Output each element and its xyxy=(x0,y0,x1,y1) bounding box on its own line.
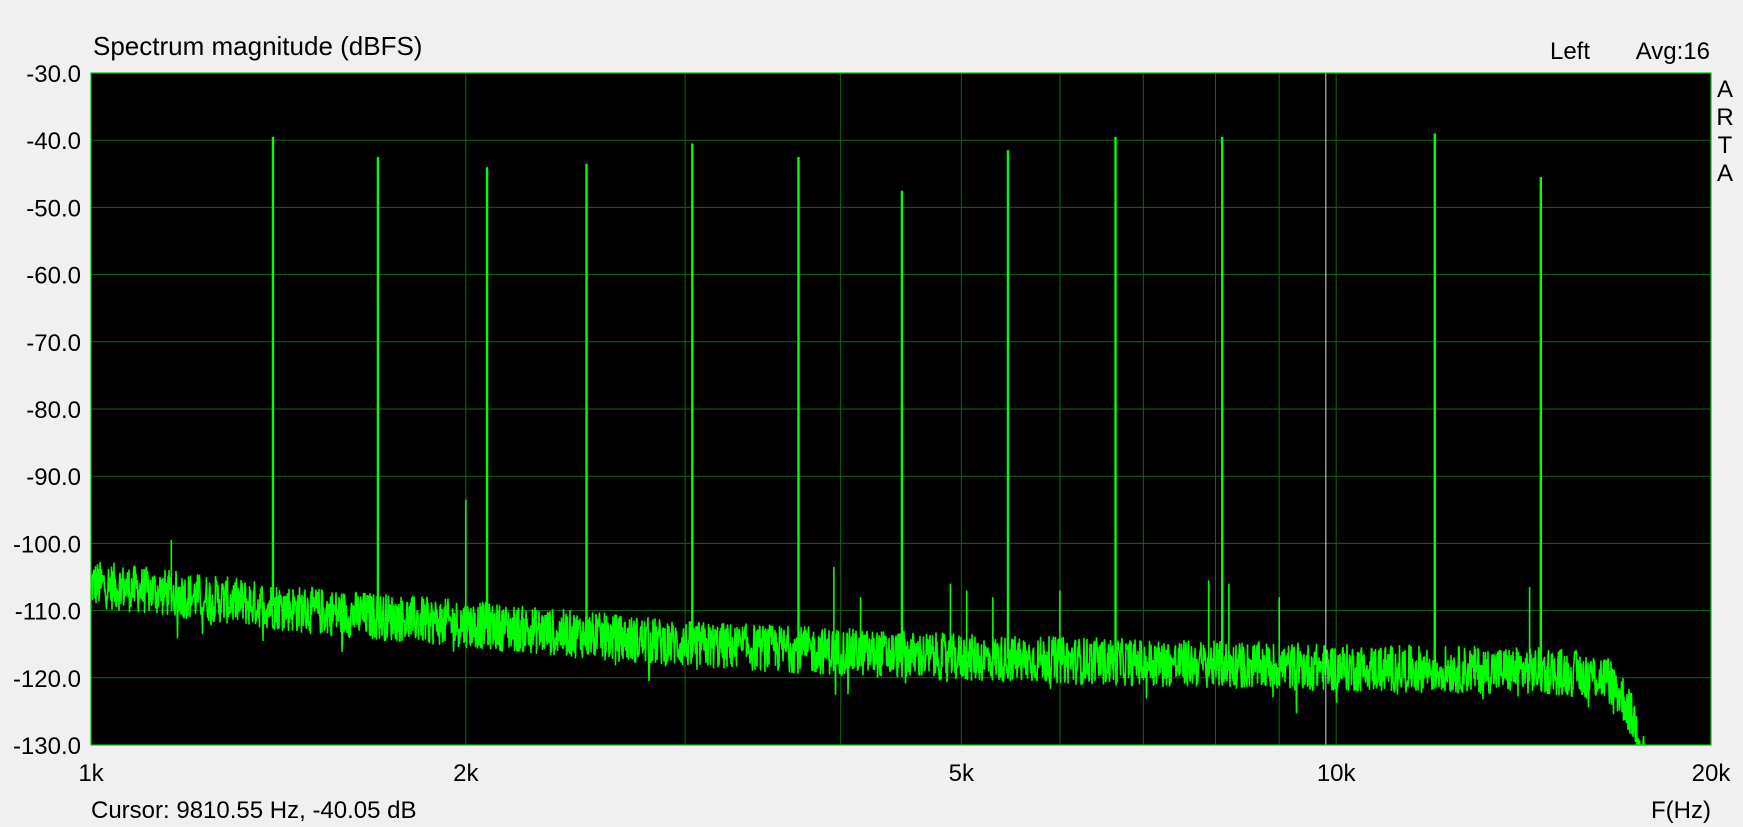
average-label: Avg:16 xyxy=(1636,38,1710,65)
y-axis-ticks: -30.0 -40.0 -50.0 -60.0 -70.0 -80.0 -90.0 -100.… xyxy=(13,61,81,760)
y-tick-label: -70.0 xyxy=(26,330,81,357)
watermark-letter: A xyxy=(1717,76,1733,103)
x-axis-label: F(Hz) xyxy=(1651,797,1711,824)
watermark-letter: T xyxy=(1718,132,1733,159)
y-tick-label: -50.0 xyxy=(26,195,81,222)
x-tick-label: 5k xyxy=(949,760,975,787)
y-tick-label: -120.0 xyxy=(13,666,81,693)
y-tick-label: -60.0 xyxy=(26,263,81,290)
cursor-readout: Cursor: 9810.55 Hz, -40.05 dB xyxy=(91,797,417,824)
chart-title: Spectrum magnitude (dBFS) xyxy=(93,31,422,61)
arta-watermark: ARTA xyxy=(1716,76,1733,187)
x-tick-label: 1k xyxy=(78,760,104,787)
y-tick-label: -100.0 xyxy=(13,531,81,558)
x-axis-ticks: 1k 2k 5k 10k 20k xyxy=(78,760,1731,787)
x-tick-label: 2k xyxy=(453,760,479,787)
y-tick-label: -90.0 xyxy=(26,464,81,491)
channel-label: Left xyxy=(1550,38,1590,65)
y-tick-label: -130.0 xyxy=(13,733,81,760)
y-tick-label: -40.0 xyxy=(26,128,81,155)
y-tick-label: -30.0 xyxy=(26,61,81,88)
y-tick-label: -80.0 xyxy=(26,397,81,424)
x-tick-label: 10k xyxy=(1317,760,1357,787)
watermark-letter: A xyxy=(1717,160,1733,187)
y-tick-label: -110.0 xyxy=(15,599,81,626)
watermark-letter: R xyxy=(1716,104,1733,131)
x-tick-label: 20k xyxy=(1692,760,1732,787)
spectrum-chart: Spectrum magnitude (dBFS) Left Avg:16 -3… xyxy=(13,31,1734,824)
